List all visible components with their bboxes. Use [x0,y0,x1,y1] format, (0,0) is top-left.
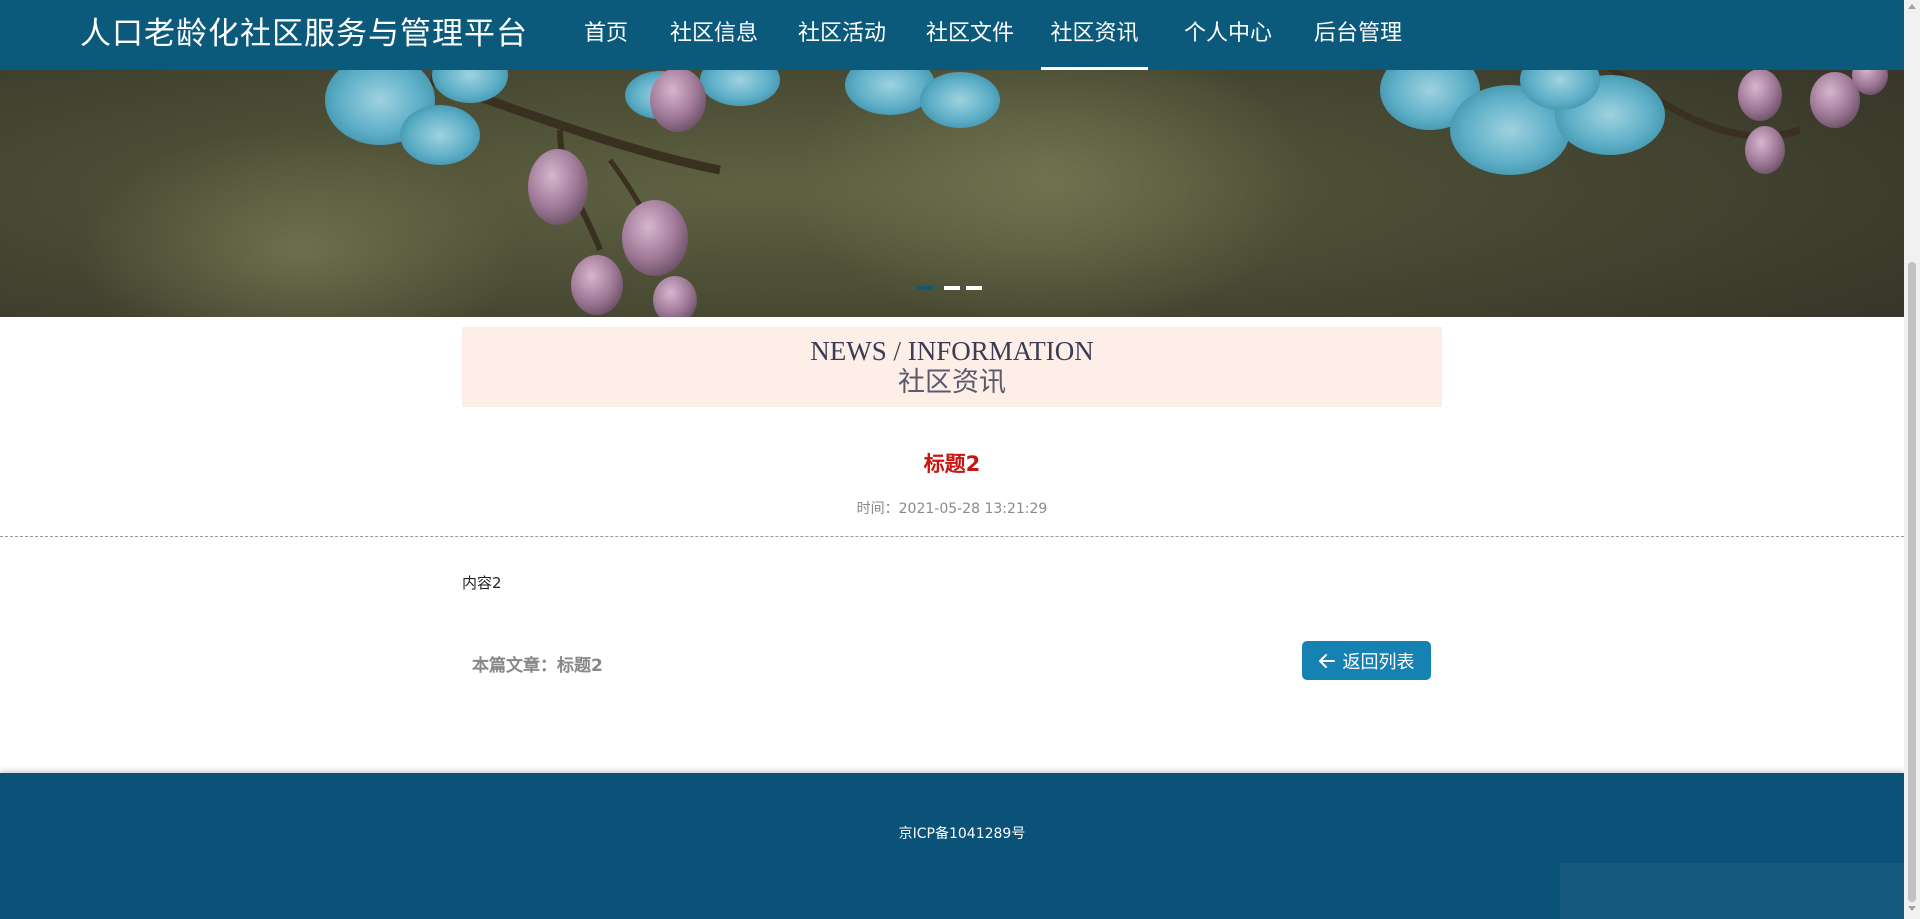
nav-item-home[interactable]: 首页 [580,0,632,70]
top-header: 人口老龄化社区服务与管理平台 首页 社区信息 社区活动 社区文件 社区资讯 个人… [0,0,1904,70]
carousel-dot-3[interactable] [966,286,982,290]
arrow-left-icon [1318,653,1335,668]
section-title-cn: 社区资讯 [898,367,1006,398]
page-footer: 京ICP备1041289号 [0,773,1904,919]
scroll-up-icon[interactable] [1908,4,1916,9]
nav-item-personal-center[interactable]: 个人中心 [1180,0,1276,70]
divider [0,536,1904,537]
back-to-list-button[interactable]: 返回列表 [1302,641,1431,680]
current-article-label: 本篇文章：标题2 [472,656,603,676]
article-content: 内容2 [462,574,502,592]
section-title-en: NEWS / INFORMATION [810,336,1094,366]
nav-item-admin[interactable]: 后台管理 [1310,0,1406,70]
page-scrollbar[interactable] [1904,0,1920,919]
section-header: NEWS / INFORMATION 社区资讯 [462,327,1442,407]
carousel-dot-1[interactable] [917,286,933,290]
article-time: 时间：2021-05-28 13:21:29 [856,501,1048,517]
nav-item-community-files[interactable]: 社区文件 [922,0,1018,70]
article-title: 标题2 [923,452,981,476]
back-to-list-label: 返回列表 [1342,651,1415,673]
site-title[interactable]: 人口老龄化社区服务与管理平台 [80,0,528,70]
footer-icp[interactable]: 京ICP备1041289号 [0,823,1920,843]
nav-item-community-info[interactable]: 社区信息 [666,0,762,70]
nav-item-community-activities[interactable]: 社区活动 [794,0,890,70]
carousel-dot-2[interactable] [944,286,960,290]
footer-shade [1560,863,1904,919]
scroll-thumb[interactable] [1908,262,1916,902]
scroll-down-icon[interactable] [1908,906,1916,911]
nav-item-community-news[interactable]: 社区资讯 [1041,0,1148,70]
